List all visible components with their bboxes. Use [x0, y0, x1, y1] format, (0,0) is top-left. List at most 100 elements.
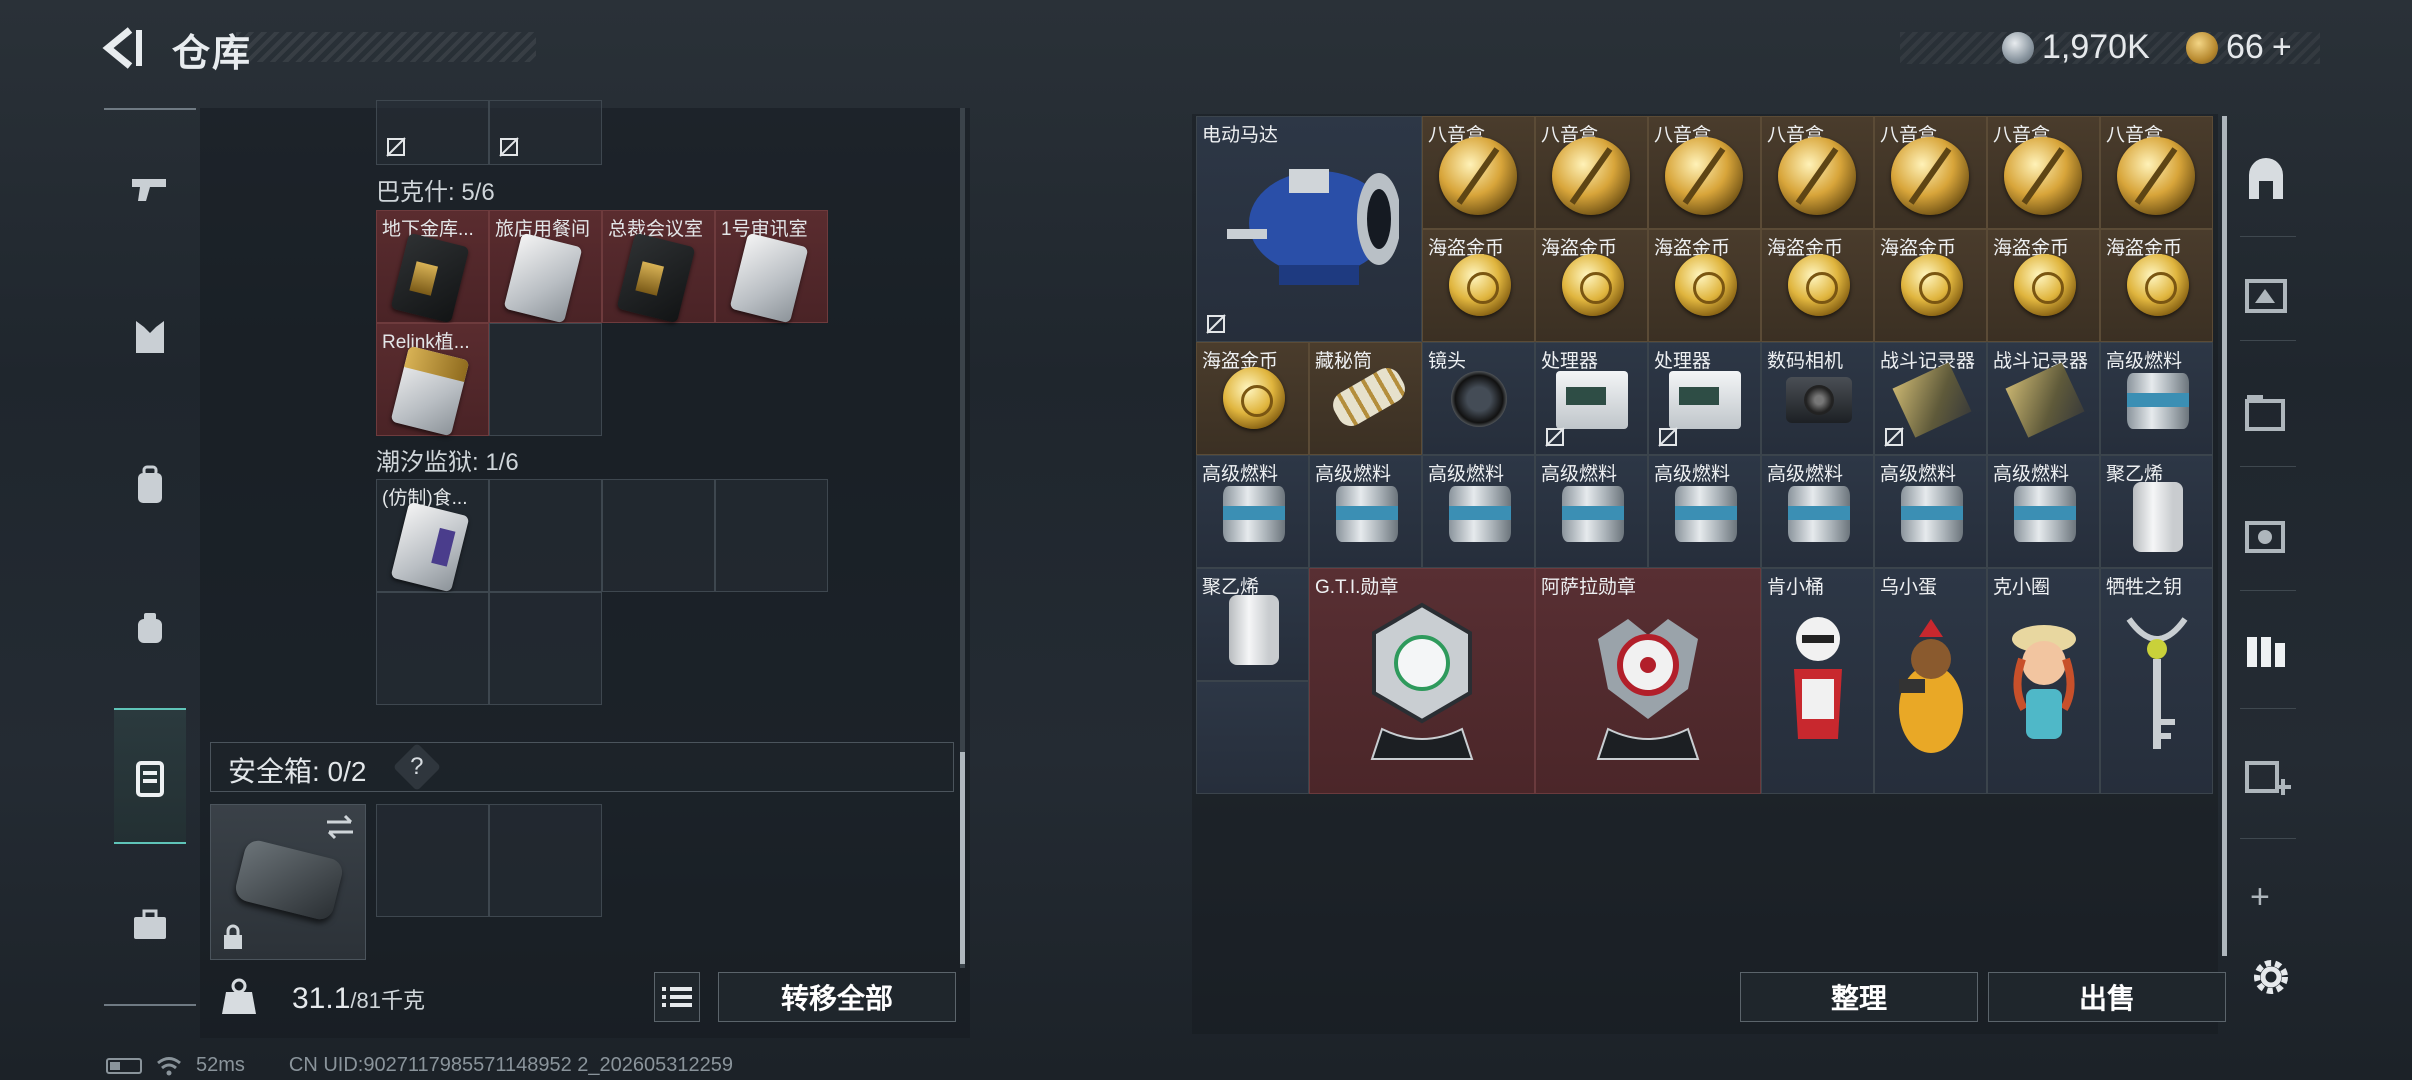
- inventory-slot[interactable]: [489, 100, 602, 165]
- stash-item-fuel[interactable]: 高级燃料: [1648, 455, 1761, 568]
- stash-item-music-box[interactable]: 八音盒: [1761, 116, 1874, 229]
- add-stash-button[interactable]: +: [2250, 878, 2270, 917]
- pirate-coin-icon: [2127, 254, 2189, 316]
- empty-slot[interactable]: [489, 323, 602, 436]
- gold-currency[interactable]: 66 +: [2186, 28, 2292, 67]
- keycard-slot[interactable]: 旅店用餐间: [489, 210, 602, 324]
- rail-tab-pouch[interactable]: [106, 572, 194, 682]
- empty-slot[interactable]: [489, 592, 602, 705]
- inventory-slot[interactable]: [376, 100, 489, 165]
- sell-button[interactable]: 出售: [1988, 972, 2226, 1022]
- fuel-can-icon: [1336, 486, 1398, 542]
- list-view-button[interactable]: [654, 972, 700, 1022]
- stash-item-fuel[interactable]: 高级燃料: [1196, 455, 1309, 568]
- back-arrow-icon: [102, 27, 142, 69]
- status-bar: 52ms CN UID:9027117985571148952 2_202605…: [106, 1054, 733, 1077]
- back-button[interactable]: [100, 26, 146, 70]
- stash-item-music-box[interactable]: 八音盒: [2100, 116, 2213, 229]
- stash-item-asala-medal[interactable]: 阿萨拉勋章: [1535, 568, 1761, 794]
- item-name: 阿萨拉勋章: [1541, 577, 1637, 598]
- silver-currency[interactable]: 1,970K: [2002, 28, 2150, 67]
- stash-item-fuel[interactable]: 高级燃料: [2100, 342, 2213, 455]
- stash-item-music-box[interactable]: 八音盒: [1874, 116, 1987, 229]
- stash-item-processor[interactable]: 处理器: [1535, 342, 1648, 455]
- keycard-slot[interactable]: Relink植...: [376, 323, 489, 437]
- stash-item-camera[interactable]: 数码相机: [1761, 342, 1874, 455]
- stash-item-cryptex[interactable]: 藏秘筒: [1309, 342, 1422, 455]
- item-name: 数码相机: [1767, 351, 1844, 372]
- keycard-slot[interactable]: (仿制)食...: [376, 479, 489, 593]
- stash-item-pirate-coin[interactable]: 海盗金币: [1874, 229, 1987, 342]
- empty-safe-slot[interactable]: [376, 804, 489, 917]
- stash-item-pirate-coin[interactable]: 海盗金币: [1761, 229, 1874, 342]
- stash-item-figure-egg[interactable]: 乌小蛋: [1874, 568, 1987, 794]
- stash-tab-1[interactable]: [2236, 148, 2296, 212]
- stash-item-processor[interactable]: 处理器: [1648, 342, 1761, 455]
- stash-item-music-box[interactable]: 八音盒: [1535, 116, 1648, 229]
- empty-slot[interactable]: [715, 479, 828, 592]
- stash-tab-5[interactable]: [2236, 620, 2296, 684]
- stash-item-recorder[interactable]: 战斗记录器: [1874, 342, 1987, 455]
- stash-item-music-box[interactable]: 八音盒: [1422, 116, 1535, 229]
- music-box-icon: [1552, 137, 1630, 215]
- left-scrollbar-thumb[interactable]: [960, 752, 965, 964]
- stash-item-recorder[interactable]: 战斗记录器: [1987, 342, 2100, 455]
- stash-tab-4[interactable]: [2236, 504, 2296, 568]
- stash-item-fuel[interactable]: 高级燃料: [1761, 455, 1874, 568]
- rail-tab-safe-case[interactable]: [106, 722, 194, 832]
- rail-tab-toolbox[interactable]: [106, 870, 194, 980]
- unbound-icon: [1545, 427, 1565, 447]
- keycard-slot[interactable]: 地下金库...: [376, 210, 489, 324]
- stash-item-pirate-coin[interactable]: 海盗金币: [1535, 229, 1648, 342]
- stash-item-motor[interactable]: 电动马达: [1196, 116, 1422, 342]
- safe-case-item[interactable]: [210, 804, 366, 960]
- keycard-icon: [503, 232, 583, 324]
- pirate-coin-icon: [1675, 254, 1737, 316]
- stash-item-pirate-coin[interactable]: 海盗金币: [2100, 229, 2213, 342]
- stash-item-pirate-coin[interactable]: 海盗金币: [1196, 342, 1309, 455]
- rail-tab-backpack[interactable]: [106, 430, 194, 540]
- pirate-coin-icon: [2014, 254, 2076, 316]
- stash-item-fuel[interactable]: 高级燃料: [1987, 455, 2100, 568]
- stash-item-music-box[interactable]: 八音盒: [1648, 116, 1761, 229]
- stash-tab-2[interactable]: [2236, 262, 2296, 326]
- stash-item-polyethylene[interactable]: 聚乙烯: [1196, 568, 1309, 681]
- stash-item-fuel[interactable]: 高级燃料: [1535, 455, 1648, 568]
- keycard-icon: [729, 232, 809, 324]
- empty-safe-slot[interactable]: [489, 804, 602, 917]
- transfer-all-button[interactable]: 转移全部: [718, 972, 956, 1022]
- stash-item-gti-medal[interactable]: G.T.I.勋章: [1309, 568, 1535, 794]
- stash-item-pirate-coin[interactable]: 海盗金币: [1648, 229, 1761, 342]
- stash-item-fuel[interactable]: 高级燃料: [1422, 455, 1535, 568]
- item-name: 乌小蛋: [1880, 577, 1938, 598]
- stash-item-fuel[interactable]: 高级燃料: [1309, 455, 1422, 568]
- empty-slot[interactable]: [1196, 681, 1309, 794]
- item-name: 1号审讯室: [721, 219, 808, 240]
- stash-tab-6[interactable]: [2236, 744, 2296, 808]
- add-gold-icon: +: [2271, 28, 2292, 66]
- stash-item-polyethylene[interactable]: 聚乙烯: [2100, 455, 2213, 568]
- stash-tab-3[interactable]: [2236, 380, 2296, 444]
- empty-slot[interactable]: [489, 479, 602, 592]
- weight-icon: [222, 978, 256, 1014]
- stash-item-fuel[interactable]: 高级燃料: [1874, 455, 1987, 568]
- sort-button[interactable]: 整理: [1740, 972, 1978, 1022]
- stash-item-pirate-coin[interactable]: 海盗金币: [1987, 229, 2100, 342]
- music-box-icon: [1665, 137, 1743, 215]
- stash-arch-icon: [2249, 158, 2283, 199]
- keycard-slot[interactable]: 1号审讯室: [715, 210, 828, 324]
- stash-item-music-box[interactable]: 八音盒: [1987, 116, 2100, 229]
- keycard-icon: [390, 501, 470, 593]
- stash-scrollbar[interactable]: [2222, 116, 2227, 956]
- rail-tab-weapons[interactable]: [106, 134, 194, 244]
- stash-item-figure-ring[interactable]: 克小圈: [1987, 568, 2100, 794]
- keycard-slot[interactable]: 总裁会议室: [602, 210, 715, 324]
- stash-item-pirate-coin[interactable]: 海盗金币: [1422, 229, 1535, 342]
- stash-item-figure-ken[interactable]: 肯小桶: [1761, 568, 1874, 794]
- empty-slot[interactable]: [376, 592, 489, 705]
- stash-item-lens[interactable]: 镜头: [1422, 342, 1535, 455]
- rail-tab-armor[interactable]: [106, 282, 194, 392]
- settings-button[interactable]: [2248, 954, 2294, 1000]
- empty-slot[interactable]: [602, 479, 715, 592]
- stash-item-sacrifice-key[interactable]: 牺牲之钥: [2100, 568, 2213, 794]
